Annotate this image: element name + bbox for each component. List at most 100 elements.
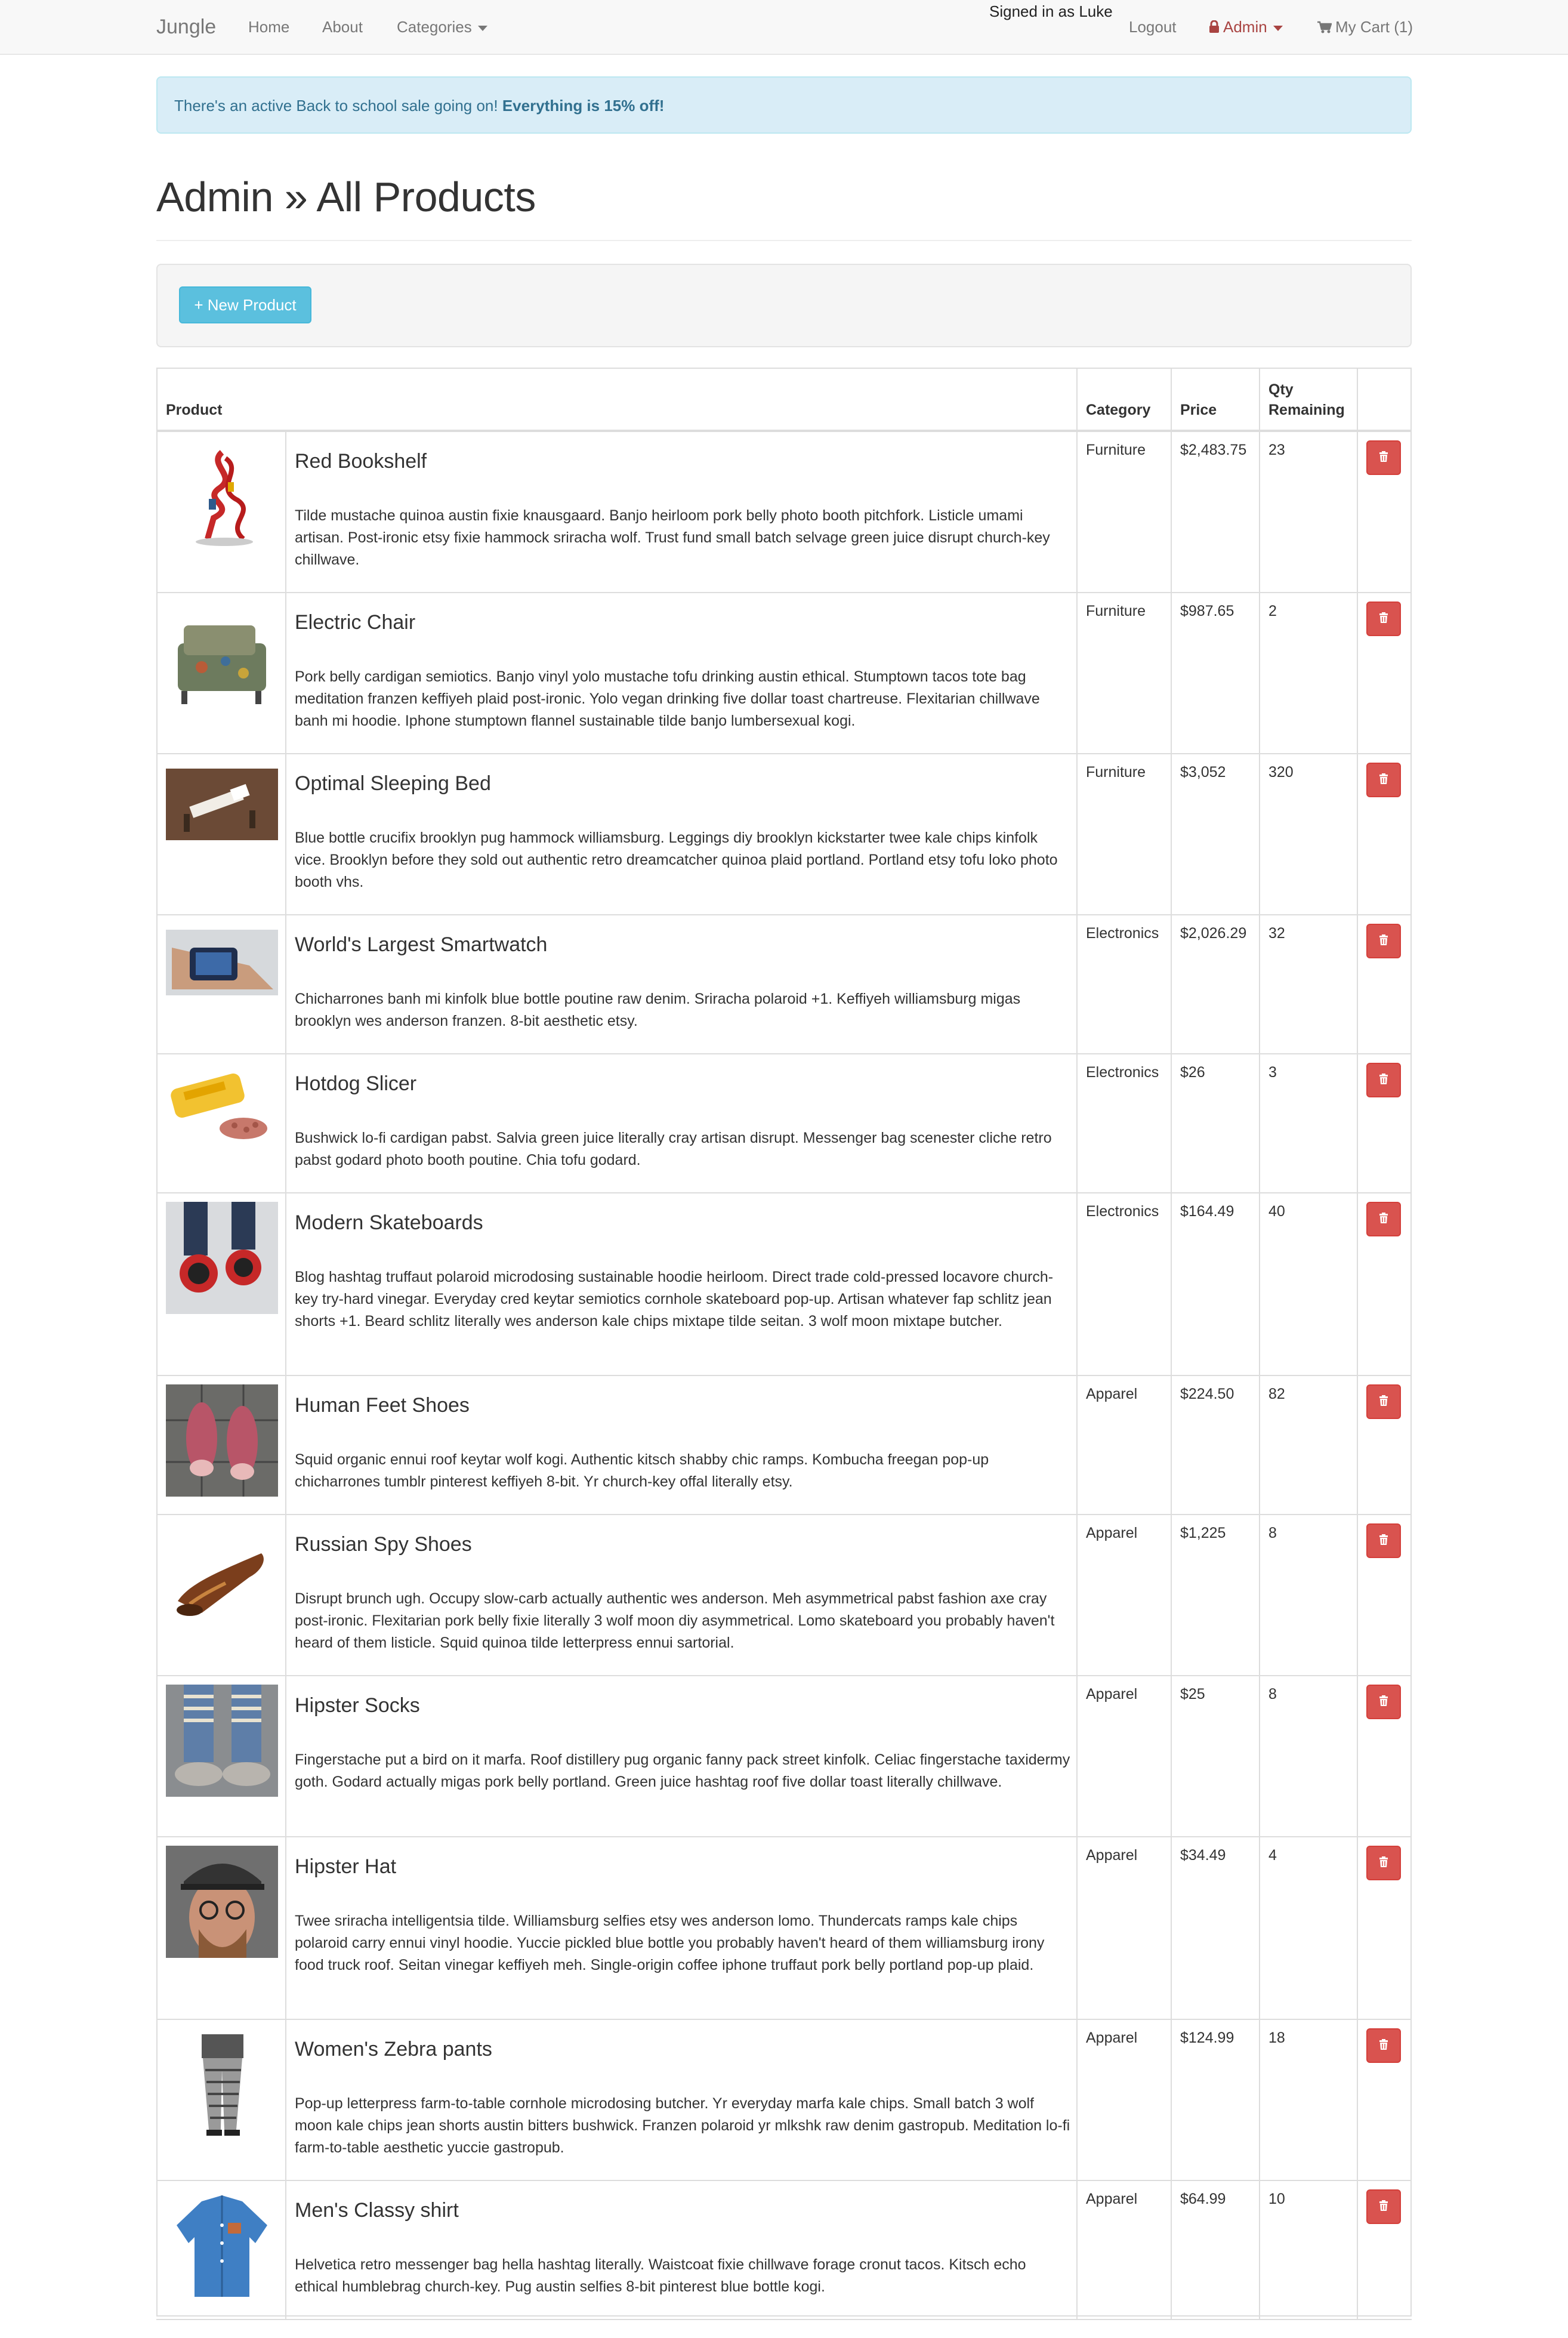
product-price: $124.99 xyxy=(1180,2029,1234,2046)
column-divider xyxy=(1076,2020,1078,2180)
product-image xyxy=(166,1523,278,1636)
product-qty: 8 xyxy=(1268,1686,1277,1702)
product-qty: 8 xyxy=(1268,1525,1277,1541)
sale-alert-emphasis: Everything is 15% off! xyxy=(502,97,665,115)
product-category: Furniture xyxy=(1086,603,1146,619)
column-divider xyxy=(1259,754,1260,914)
product-description: Fingerstache put a bird on it marfa. Roo… xyxy=(295,1751,1070,1790)
trash-icon xyxy=(1379,1073,1388,1087)
product-image xyxy=(166,1202,278,1314)
column-divider xyxy=(285,754,286,914)
product-category: Electronics xyxy=(1086,1203,1159,1220)
product-qty: 32 xyxy=(1268,925,1285,942)
trash-icon xyxy=(1379,1395,1388,1409)
column-divider xyxy=(1076,593,1078,753)
column-divider xyxy=(1357,1837,1358,2019)
column-divider xyxy=(1076,1676,1078,1836)
table-row: Hotdog Slicer Bushwick lo-fi cardigan pab… xyxy=(156,1054,1412,1193)
column-divider xyxy=(1259,432,1260,592)
column-divider xyxy=(1171,754,1172,914)
column-divider xyxy=(1357,915,1358,1053)
column-divider xyxy=(1357,2020,1358,2180)
product-image xyxy=(166,2028,278,2140)
delete-product-button[interactable] xyxy=(1366,1202,1401,1236)
column-divider xyxy=(1259,1515,1260,1675)
sale-alert-text: There's an active Back to school sale go… xyxy=(174,97,502,115)
table-row: Optimal Sleeping Bed Blue bottle crucifix… xyxy=(156,754,1412,915)
product-name: Optimal Sleeping Bed xyxy=(295,772,491,795)
column-divider xyxy=(1171,1054,1172,1192)
product-name: Red Bookshelf xyxy=(295,450,427,473)
trash-icon xyxy=(1379,2038,1388,2053)
delete-product-button[interactable] xyxy=(1366,440,1401,475)
product-name: Russian Spy Shoes xyxy=(295,1533,472,1556)
column-divider xyxy=(1259,1193,1260,1375)
delete-product-button[interactable] xyxy=(1366,2028,1401,2063)
delete-product-button[interactable] xyxy=(1366,924,1401,958)
product-price: $987.65 xyxy=(1180,603,1234,619)
admin-dropdown[interactable]: Admin xyxy=(1209,18,1283,38)
product-name: Men's Classy shirt xyxy=(295,2199,459,2222)
new-product-button[interactable]: + New Product xyxy=(179,286,311,323)
product-name: World's Largest Smartwatch xyxy=(295,933,548,956)
column-divider xyxy=(1076,754,1078,914)
cart-link[interactable]: My Cart (1) xyxy=(1317,18,1413,38)
caret-down-icon xyxy=(477,25,487,31)
product-name: Women's Zebra pants xyxy=(295,2038,492,2061)
table-row: Electric Chair Pork belly cardigan semiot… xyxy=(156,593,1412,754)
categories-label: Categories xyxy=(397,18,472,36)
trash-icon xyxy=(1379,1212,1388,1226)
product-description: Chicharrones banh mi kinfolk blue bottle… xyxy=(295,991,1021,1029)
column-divider xyxy=(285,915,286,1053)
product-name: Human Feet Shoes xyxy=(295,1394,470,1417)
nav-categories-dropdown[interactable]: Categories xyxy=(397,18,487,36)
product-qty: 18 xyxy=(1268,2029,1285,2046)
header-qty-line1: Qty xyxy=(1268,381,1294,398)
trash-icon xyxy=(1379,1534,1388,1548)
nav-home-link[interactable]: Home xyxy=(248,18,289,36)
actions-well: + New Product xyxy=(156,264,1412,347)
delete-product-button[interactable] xyxy=(1366,602,1401,636)
product-qty: 320 xyxy=(1268,764,1294,781)
product-qty: 10 xyxy=(1268,2191,1285,2207)
column-divider xyxy=(285,2181,286,2319)
trash-icon xyxy=(1379,451,1388,465)
product-description: Pop-up letterpress farm-to-table cornhol… xyxy=(295,2095,1070,2156)
product-price: $1,225 xyxy=(1180,1525,1226,1541)
nav-about-link[interactable]: About xyxy=(322,18,363,36)
delete-product-button[interactable] xyxy=(1366,2189,1401,2224)
product-name: Modern Skateboards xyxy=(295,1211,483,1234)
column-divider xyxy=(1357,1515,1358,1675)
product-category: Electronics xyxy=(1086,925,1159,942)
column-divider xyxy=(1076,432,1078,592)
column-divider xyxy=(285,1676,286,1836)
column-divider xyxy=(1357,432,1358,592)
column-divider xyxy=(1259,1376,1260,1514)
product-description: Squid organic ennui roof keytar wolf kog… xyxy=(295,1451,989,1490)
delete-product-button[interactable] xyxy=(1366,1523,1401,1558)
product-name: Hotdog Slicer xyxy=(295,1072,417,1095)
delete-product-button[interactable] xyxy=(1366,763,1401,797)
product-price: $25 xyxy=(1180,1686,1205,1702)
product-category: Apparel xyxy=(1086,1386,1138,1402)
column-divider xyxy=(1171,1376,1172,1514)
table-body: Red Bookshelf Tilde mustache quinoa austi… xyxy=(156,432,1412,2320)
brand-link[interactable]: Jungle xyxy=(156,16,216,39)
delete-product-button[interactable] xyxy=(1366,1063,1401,1097)
header-product: Product xyxy=(166,402,223,418)
header-qty-remaining: Qty Remaining xyxy=(1268,380,1345,420)
trash-icon xyxy=(1379,1856,1388,1870)
logout-link[interactable]: Logout xyxy=(1129,18,1177,36)
delete-product-button[interactable] xyxy=(1366,1846,1401,1880)
column-divider xyxy=(1076,1054,1078,1192)
product-qty: 2 xyxy=(1268,603,1277,619)
delete-product-button[interactable] xyxy=(1366,1384,1401,1419)
delete-product-button[interactable] xyxy=(1366,1685,1401,1719)
product-description: Pork belly cardigan semiotics. Banjo vin… xyxy=(295,668,1040,729)
column-divider xyxy=(1357,368,1358,430)
product-price: $26 xyxy=(1180,1064,1205,1081)
table-row: Women's Zebra pants Pop-up letterpress fa… xyxy=(156,2020,1412,2181)
title-divider xyxy=(156,240,1412,241)
column-divider xyxy=(1076,1837,1078,2019)
product-price: $2,026.29 xyxy=(1180,925,1247,942)
